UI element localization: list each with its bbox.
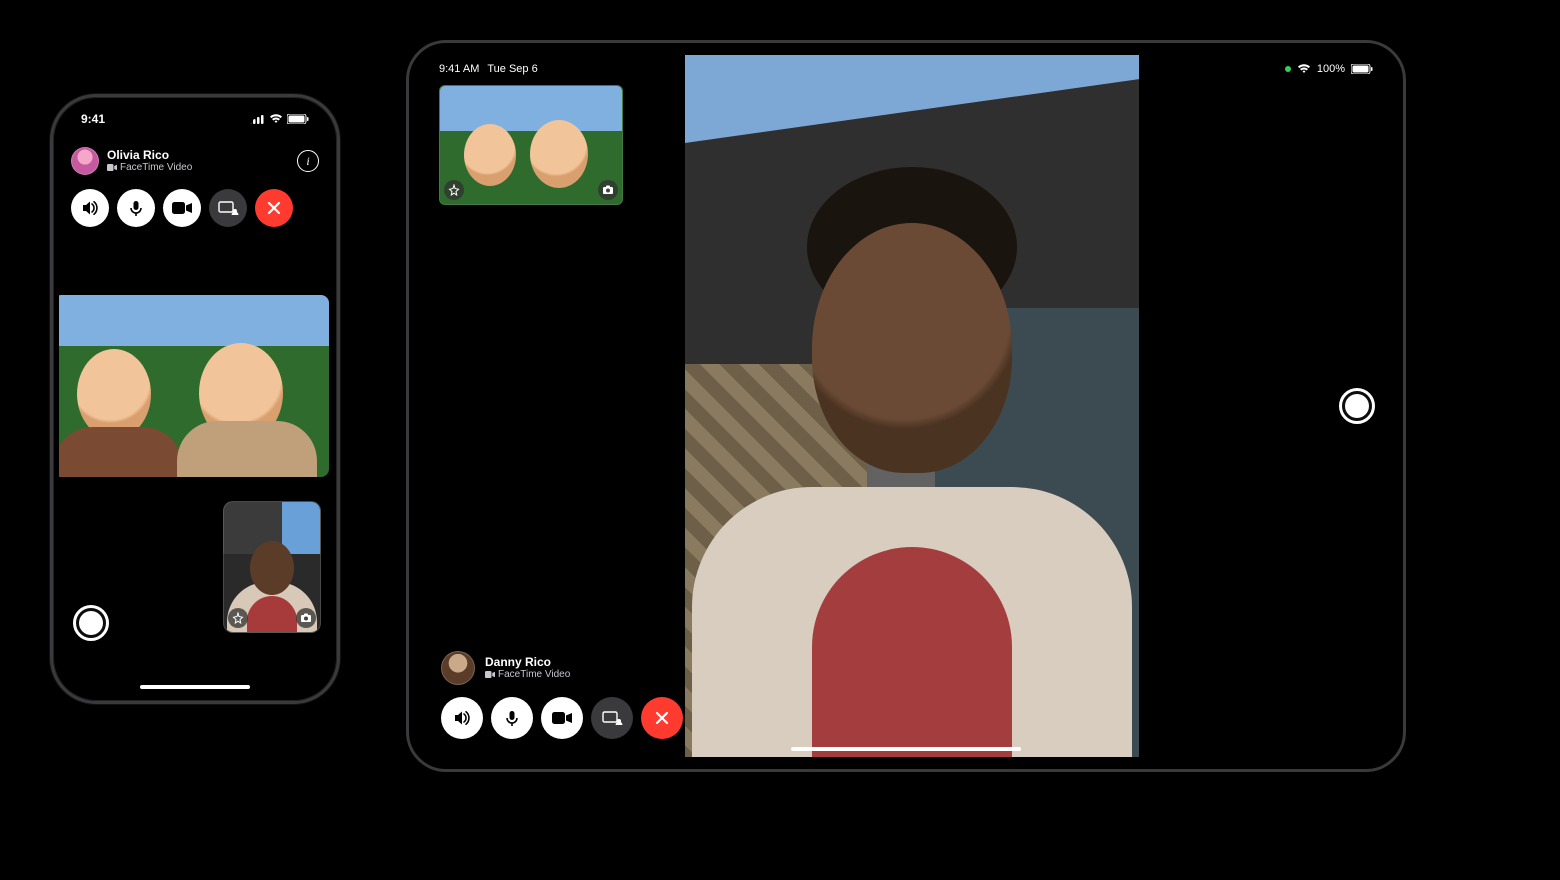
camera-icon [300,613,312,623]
battery-icon [287,114,309,124]
camera-button[interactable] [541,697,583,739]
shareplay-icon [217,200,239,216]
shareplay-button[interactable] [591,697,633,739]
speaker-button[interactable] [441,697,483,739]
caller-subtitle: FaceTime Video [485,669,570,680]
camera-active-indicator [1285,66,1291,72]
video-icon [107,164,117,171]
shareplay-icon [601,710,623,726]
iphone-device-frame: 9:41 Olivia Rico FaceTime Video i [50,94,340,704]
end-call-button[interactable] [255,189,293,227]
call-header: Olivia Rico FaceTime Video i [71,147,319,175]
status-date: Tue Sep 6 [487,63,537,75]
video-icon [171,200,193,216]
mic-icon [502,708,522,728]
caller-name: Danny Rico [485,656,570,669]
ipad-status-bar: 9:41 AM Tue Sep 6 100% [421,59,1391,79]
effects-button[interactable] [444,180,464,200]
status-icons [249,114,309,124]
status-time: 9:41 AM [439,63,479,75]
end-call-button[interactable] [641,697,683,739]
mute-button[interactable] [117,189,155,227]
call-controls [71,189,319,227]
capture-button[interactable] [1339,388,1375,424]
star-effects-icon [448,184,460,196]
mute-button[interactable] [491,697,533,739]
home-indicator[interactable] [140,685,250,689]
status-time: 9:41 [81,112,105,126]
iphone-notch [135,103,255,129]
camera-icon [602,185,614,195]
speaker-icon [452,708,472,728]
caller-avatar[interactable] [441,651,475,685]
wifi-icon [1297,64,1311,74]
battery-percent: 100% [1317,63,1345,75]
speaker-icon [80,198,100,218]
remote-video-tile[interactable] [685,55,1139,757]
star-effects-icon [232,612,244,624]
caller-meta: Olivia Rico FaceTime Video [107,149,192,173]
effects-button[interactable] [228,608,248,628]
wifi-icon [269,114,283,124]
shareplay-button[interactable] [209,189,247,227]
call-header: Danny Rico FaceTime Video [441,651,570,685]
call-controls [441,697,1379,739]
caller-meta: Danny Rico FaceTime Video [485,656,570,680]
camera-button[interactable] [163,189,201,227]
ipad-screen: 9:41 AM Tue Sep 6 100% [421,55,1391,757]
self-view-pip[interactable] [223,501,321,633]
caller-subtitle: FaceTime Video [107,162,192,173]
flip-camera-button[interactable] [296,608,316,628]
battery-icon [1351,64,1373,74]
ipad-device-frame: 9:41 AM Tue Sep 6 100% [406,40,1406,772]
close-icon [266,200,282,216]
caller-name: Olivia Rico [107,149,192,162]
close-icon [654,710,670,726]
speaker-button[interactable] [71,189,109,227]
video-icon [485,671,495,678]
iphone-screen: 9:41 Olivia Rico FaceTime Video i [59,103,331,695]
info-button[interactable]: i [297,150,319,172]
video-icon [551,710,573,726]
remote-video-tile[interactable] [59,295,329,477]
home-indicator[interactable] [791,747,1021,751]
capture-button[interactable] [73,605,109,641]
flip-camera-button[interactable] [598,180,618,200]
mic-icon [126,198,146,218]
caller-avatar[interactable] [71,147,99,175]
self-view-pip[interactable] [439,85,623,205]
